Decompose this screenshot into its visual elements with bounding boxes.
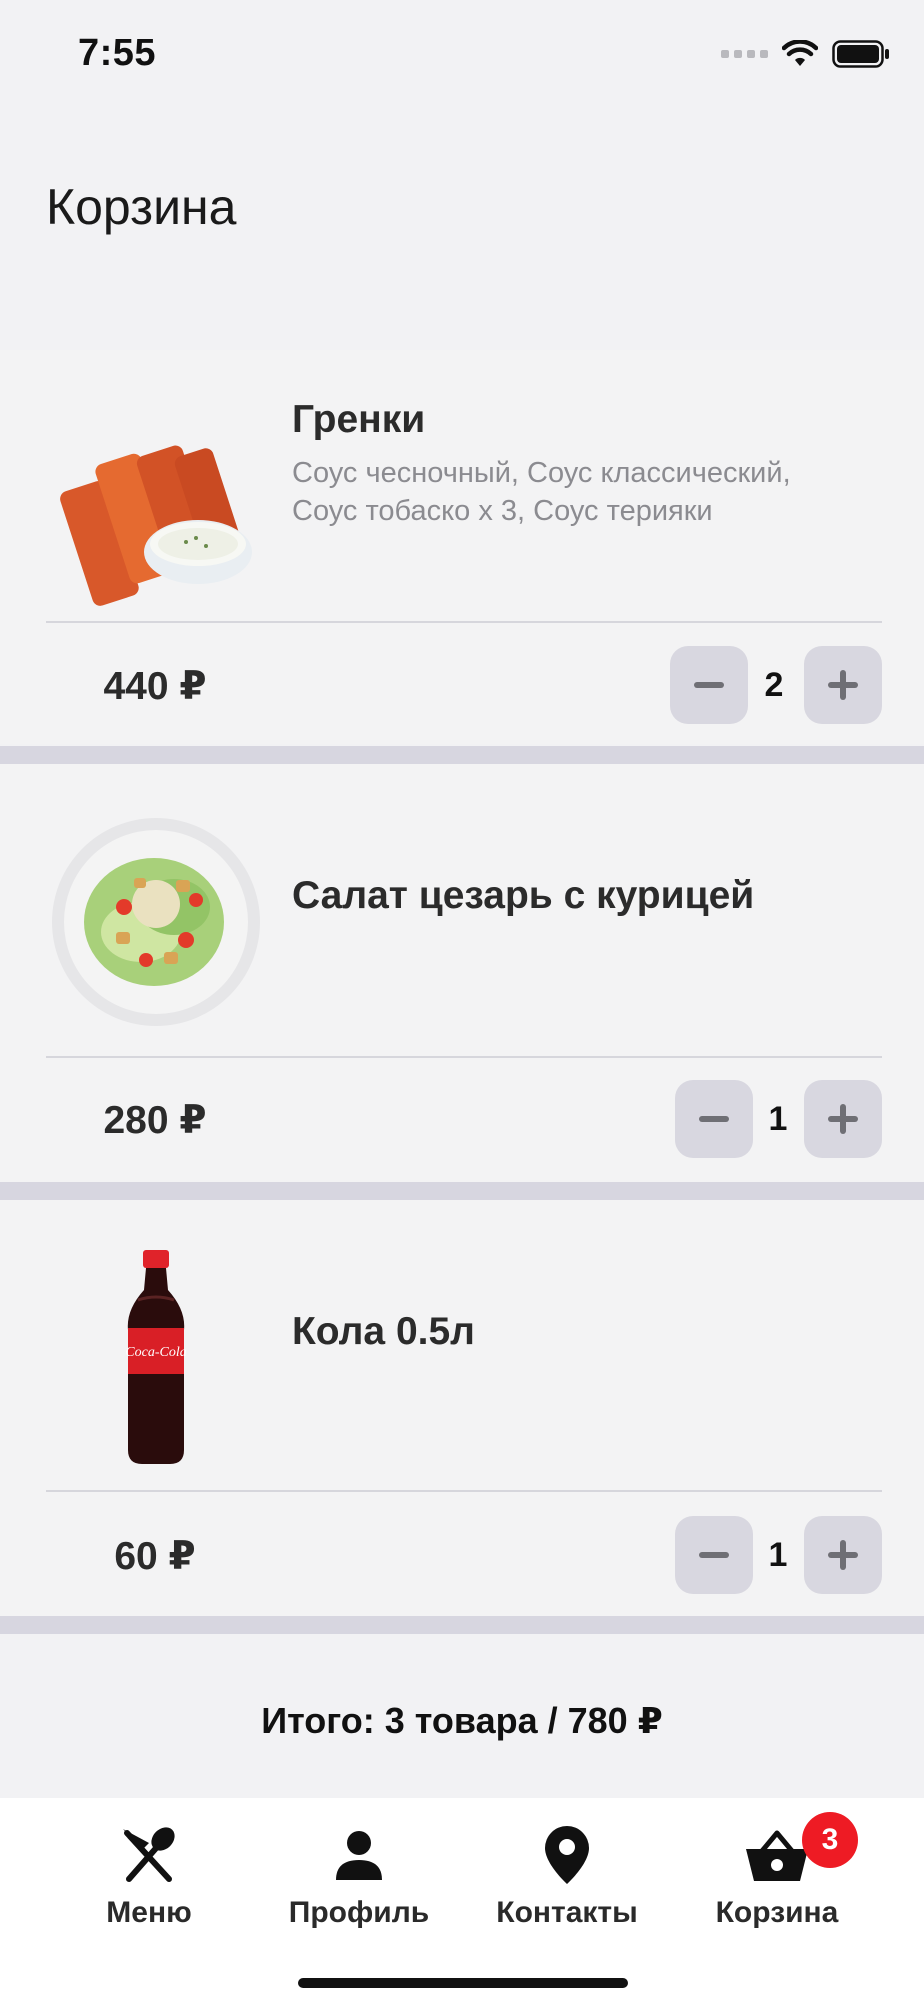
quantity-value: 1 (768, 1536, 788, 1574)
page-title: Корзина (46, 179, 237, 235)
signal-icon (721, 50, 768, 58)
status-time: 7:55 (78, 32, 157, 74)
tab-label: Меню (106, 1896, 192, 1929)
item-price: 440 ₽ (103, 665, 207, 708)
minus-icon (699, 1552, 729, 1558)
tab-label: Профиль (288, 1896, 430, 1929)
cart-item: Coca-Cola Кола 0.5л 60 ₽ 1 (0, 1200, 924, 1616)
status-bar: 7:55 (0, 0, 924, 110)
cart-item: Гренки Соус чесночный, Соус классический… (0, 350, 924, 744)
caesar-salad-image (46, 812, 266, 1032)
minus-icon (699, 1116, 729, 1122)
decrease-quantity-button[interactable] (675, 1080, 753, 1158)
tab-menu[interactable]: Меню (44, 1798, 254, 1938)
tab-contacts[interactable]: Контакты (462, 1798, 672, 1938)
increase-quantity-button[interactable] (804, 1080, 882, 1158)
plus-icon (828, 1104, 858, 1134)
decrease-quantity-button[interactable] (675, 1516, 753, 1594)
cart-total: Итого: 3 товара / 780 ₽ (261, 1700, 663, 1741)
item-separator (0, 746, 924, 764)
item-description: Соус чесночный, Соус классический, Соус … (292, 457, 791, 527)
svg-text:Coca-Cola: Coca-Cola (125, 1345, 186, 1360)
item-name: Кола 0.5л (292, 1310, 475, 1353)
basket-icon (744, 1824, 810, 1886)
battery-icon (832, 40, 889, 68)
item-name: Гренки (292, 398, 426, 441)
wifi-icon (782, 40, 818, 66)
divider (46, 621, 882, 623)
cart-count-badge: 3 (802, 1812, 858, 1868)
croutons-image (46, 394, 266, 614)
tab-label: Контакты (496, 1896, 638, 1929)
quantity-value: 1 (768, 1100, 788, 1138)
item-name: Салат цезарь с курицей (292, 874, 755, 917)
item-separator (0, 1182, 924, 1200)
plus-icon (828, 1540, 858, 1570)
increase-quantity-button[interactable] (804, 1516, 882, 1594)
minus-icon (694, 682, 724, 688)
item-price: 280 ₽ (103, 1099, 207, 1142)
status-icons (721, 40, 890, 68)
tab-cart[interactable]: Корзина 3 (672, 1798, 882, 1938)
tab-profile[interactable]: Профиль (254, 1798, 464, 1938)
decrease-quantity-button[interactable] (670, 646, 748, 724)
utensils-icon (119, 1824, 179, 1886)
divider (46, 1490, 882, 1492)
location-pin-icon (543, 1824, 591, 1886)
item-separator (0, 1616, 924, 1634)
item-price: 60 ₽ (114, 1535, 196, 1578)
quantity-value: 2 (764, 666, 784, 704)
divider (46, 1056, 882, 1058)
cart-item: Салат цезарь с курицей 280 ₽ 1 (0, 764, 924, 1182)
plus-icon (828, 670, 858, 700)
tab-label: Корзина (715, 1896, 839, 1929)
home-indicator (298, 1978, 628, 1988)
cola-bottle-image: Coca-Cola (46, 1250, 266, 1470)
tab-bar: Меню Профиль Контакты Корзина 3 (0, 1798, 924, 2000)
person-icon (332, 1824, 386, 1886)
increase-quantity-button[interactable] (804, 646, 882, 724)
